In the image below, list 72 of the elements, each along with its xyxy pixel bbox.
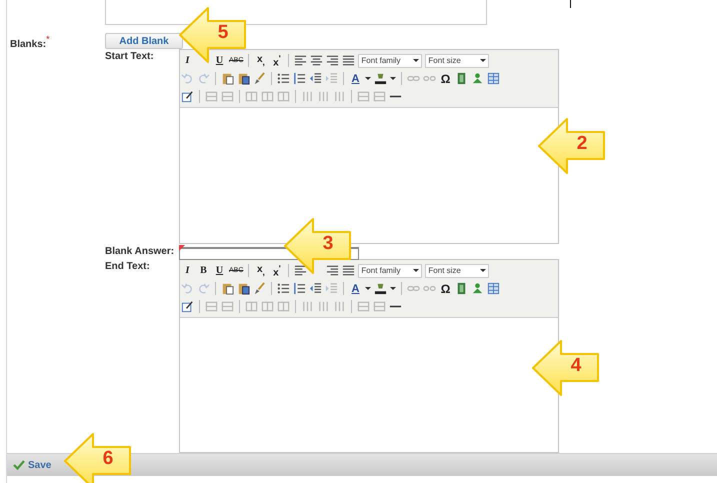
underline-button[interactable]: U bbox=[213, 55, 226, 66]
table-icon[interactable] bbox=[487, 72, 500, 85]
caret-icon bbox=[413, 268, 420, 273]
bullet-list-icon[interactable] bbox=[277, 72, 290, 85]
font-color-button[interactable]: A bbox=[349, 72, 362, 84]
numbered-list-icon[interactable] bbox=[293, 72, 306, 85]
font-select[interactable]: Font family bbox=[358, 54, 422, 68]
caret-icon[interactable] bbox=[390, 76, 396, 81]
callout-arrow bbox=[178, 6, 248, 64]
image-insert-icon[interactable] bbox=[471, 282, 484, 295]
bold-button[interactable]: B bbox=[197, 265, 210, 276]
bullet-list-icon[interactable] bbox=[277, 282, 290, 295]
superscript-button[interactable]: x$^{'}$ bbox=[270, 262, 284, 278]
clipboard-icon[interactable] bbox=[237, 282, 250, 295]
align-right-icon[interactable] bbox=[326, 264, 340, 277]
clipboard-icon[interactable] bbox=[221, 72, 234, 85]
font-color-button[interactable]: A bbox=[349, 282, 362, 294]
edit-icon[interactable] bbox=[181, 300, 194, 313]
caret-icon bbox=[413, 58, 420, 63]
clipboard-icon[interactable] bbox=[221, 282, 234, 295]
required-mark: * bbox=[46, 34, 50, 44]
align-left-icon[interactable] bbox=[294, 54, 308, 67]
caret-icon bbox=[480, 268, 486, 273]
special-character-button[interactable]: Ω bbox=[439, 282, 452, 296]
align-center-icon[interactable] bbox=[310, 54, 324, 67]
highlighter-icon[interactable] bbox=[374, 72, 387, 85]
underline-button[interactable]: U bbox=[213, 265, 226, 276]
font-select[interactable]: Font family bbox=[358, 264, 422, 278]
font-select[interactable]: Font size bbox=[425, 264, 490, 278]
caret-icon[interactable] bbox=[390, 286, 396, 291]
numbered-list-icon[interactable] bbox=[293, 282, 306, 295]
field-label: Start Text: bbox=[105, 51, 155, 62]
checkmark-icon bbox=[13, 460, 25, 470]
callout-arrow bbox=[283, 217, 353, 275]
subscript-button[interactable]: x$_{,}$ bbox=[254, 54, 268, 67]
add-blank-button[interactable]: Add Blank bbox=[105, 33, 183, 49]
film-strip-icon[interactable] bbox=[455, 72, 468, 85]
justify-icon[interactable] bbox=[342, 54, 356, 67]
align-left-icon[interactable] bbox=[294, 264, 308, 277]
text-cursor bbox=[570, 0, 571, 8]
table-icon[interactable] bbox=[487, 282, 500, 295]
brush-icon[interactable] bbox=[253, 282, 266, 295]
highlighter-icon[interactable] bbox=[374, 282, 387, 295]
field-label: Blank Answer: bbox=[105, 246, 176, 257]
brush-icon[interactable] bbox=[253, 72, 266, 85]
align-right-icon[interactable] bbox=[326, 54, 340, 67]
clipboard-icon[interactable] bbox=[237, 72, 250, 85]
image-insert-icon[interactable] bbox=[471, 72, 484, 85]
caret-icon[interactable] bbox=[365, 286, 371, 291]
film-strip-icon[interactable] bbox=[455, 282, 468, 295]
save-button[interactable]: Save bbox=[13, 460, 52, 470]
callout-arrow bbox=[537, 117, 607, 175]
callout-number: 5 bbox=[216, 22, 230, 44]
caret-icon bbox=[480, 58, 486, 63]
subscript-button[interactable]: x$_{,}$ bbox=[254, 264, 268, 277]
field-label: Blanks: bbox=[10, 39, 46, 50]
callout-number: 2 bbox=[576, 133, 588, 155]
font-select[interactable]: Font size bbox=[425, 54, 490, 68]
edit-icon[interactable] bbox=[181, 90, 194, 103]
italic-button[interactable]: I bbox=[181, 265, 194, 276]
superscript-button[interactable]: x$^{'}$ bbox=[270, 52, 284, 68]
callout-number: 6 bbox=[102, 448, 114, 470]
callout-arrow bbox=[531, 339, 601, 397]
justify-icon[interactable] bbox=[342, 264, 356, 277]
outdent-icon[interactable] bbox=[309, 72, 322, 85]
special-character-button[interactable]: Ω bbox=[439, 72, 452, 86]
outdent-icon[interactable] bbox=[309, 282, 322, 295]
callout-number: 4 bbox=[570, 355, 582, 377]
caret-icon[interactable] bbox=[365, 76, 371, 81]
italic-button[interactable]: I bbox=[181, 55, 194, 66]
callout-arrow bbox=[63, 432, 133, 483]
field-label: End Text: bbox=[105, 261, 151, 272]
